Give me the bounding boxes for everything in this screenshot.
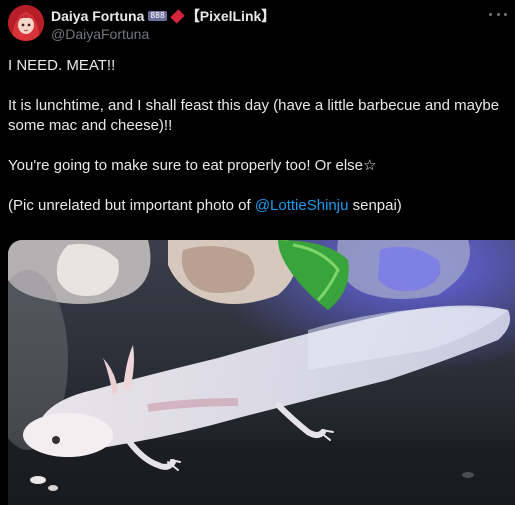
org-tag: 【PixelLink】 <box>185 8 276 24</box>
post-line-2: It is lunchtime, and I shall feast this … <box>8 97 500 134</box>
post-line-4-suffix: senpai) <box>348 197 402 214</box>
post-line-4-prefix: (Pic unrelated but important photo of <box>8 197 255 214</box>
post-line-4: (Pic unrelated but important photo of @L… <box>8 196 508 216</box>
axolotl-photo <box>8 240 515 505</box>
avatar-image <box>8 5 44 41</box>
mention-link[interactable]: @LottieShinju <box>255 197 349 214</box>
post-text: I NEED. MEAT!! It is lunchtime, and I sh… <box>8 56 508 236</box>
user-handle[interactable]: @DaiyaFortuna <box>51 26 485 42</box>
avatar[interactable] <box>8 5 44 41</box>
post-media-image[interactable] <box>8 240 515 505</box>
emoji-badge: 888 <box>148 11 167 21</box>
name-row: Daiya Fortuna 888 【PixelLink】 <box>51 6 485 26</box>
tweet: Daiya Fortuna 888 【PixelLink】 @DaiyaFort… <box>0 0 515 505</box>
red-diamond-icon <box>170 8 185 24</box>
post-header: Daiya Fortuna 888 【PixelLink】 @DaiyaFort… <box>51 6 485 42</box>
display-name[interactable]: Daiya Fortuna <box>51 8 144 24</box>
more-dots-icon[interactable] <box>489 8 507 20</box>
post-line-1: I NEED. MEAT!! <box>8 57 116 74</box>
post-line-3: You're going to make sure to eat properl… <box>8 157 377 174</box>
